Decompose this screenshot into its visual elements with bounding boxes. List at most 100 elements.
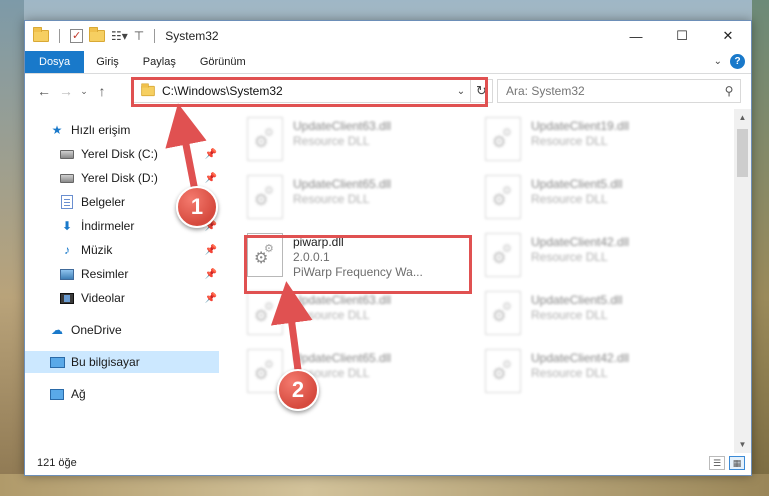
sidebar-item-videos[interactable]: Videolar 📌 <box>25 287 219 309</box>
file-description: Resource DLL <box>293 192 370 206</box>
file-item[interactable]: UpdateClient42.dllResource DLL <box>485 231 715 281</box>
scroll-thumb[interactable] <box>737 129 748 177</box>
sidebar-item-music[interactable]: ♪ Müzik 📌 <box>25 239 219 261</box>
search-icon[interactable]: ⚲ <box>718 84 740 98</box>
file-item[interactable]: UpdateClient63.dllResource DLL <box>247 289 477 339</box>
file-name: UpdateClient42.dll <box>531 235 630 249</box>
details-view-icon[interactable]: ☰ <box>709 456 725 470</box>
pin-icon[interactable]: 📌 <box>205 293 217 304</box>
drive-icon <box>59 171 75 185</box>
sidebar-item-label: Belgeler <box>81 195 126 209</box>
new-folder-icon[interactable] <box>89 27 105 42</box>
file-description: Resource DLL <box>293 308 370 322</box>
file-name: UpdateClient42.dll <box>531 351 630 365</box>
sidebar-item-local-disk-d[interactable]: Yerel Disk (D:) 📌 <box>25 167 219 189</box>
scroll-up-icon[interactable]: ▲ <box>734 109 751 126</box>
sidebar-item-label: Yerel Disk (C:) <box>81 147 158 161</box>
pin-icon[interactable]: 📌 <box>205 245 217 256</box>
ribbon-right: ⌄ ? <box>714 54 745 69</box>
desktop-background-right <box>752 0 769 496</box>
search-box[interactable]: ⚲ <box>497 79 741 103</box>
sidebar-item-label: Resimler <box>81 267 129 281</box>
sidebar-item-network[interactable]: Ağ <box>25 383 219 405</box>
pictures-icon <box>59 267 75 281</box>
file-name: UpdateClient63.dll <box>293 293 392 307</box>
help-icon[interactable]: ? <box>730 54 745 69</box>
network-icon <box>49 387 65 401</box>
music-icon: ♪ <box>64 243 70 257</box>
vertical-scrollbar[interactable]: ▲ ▼ <box>734 109 751 453</box>
file-description: Resource DLL <box>293 134 370 148</box>
file-description: Resource DLL <box>531 250 608 264</box>
address-bar-highlight <box>131 77 488 107</box>
status-bar: 121 öğe ☰ ▦ <box>25 451 751 475</box>
search-input[interactable] <box>506 84 718 98</box>
file-item[interactable]: UpdateClient63.dllResource DLL <box>247 115 477 165</box>
downloads-icon: ⬇ <box>61 219 73 233</box>
large-icons-view-icon[interactable]: ▦ <box>729 456 745 470</box>
file-item[interactable]: UpdateClient5.dllResource DLL <box>485 289 715 339</box>
toolbar-dropdown-icon[interactable]: ⊤ <box>134 29 144 43</box>
close-button[interactable]: ✕ <box>705 21 751 51</box>
dll-file-icon <box>485 291 521 335</box>
tab-view[interactable]: Görünüm <box>188 51 258 73</box>
dll-file-icon <box>247 175 283 219</box>
sidebar-item-label: Ağ <box>71 387 86 401</box>
sidebar-item-quick-access[interactable]: ★ Hızlı erişim <box>25 119 219 141</box>
sidebar-item-label: OneDrive <box>71 323 122 337</box>
dll-file-icon <box>247 291 283 335</box>
file-item[interactable]: UpdateClient65.dllResource DLL <box>247 173 477 223</box>
quick-access-toolbar: ☷▾ ⊤ System32 <box>25 27 219 43</box>
window-controls: — ☐ ✕ <box>613 21 751 51</box>
window-title: System32 <box>165 29 219 43</box>
sidebar-item-label: Müzik <box>81 243 113 257</box>
pin-icon[interactable]: 📌 <box>205 149 217 160</box>
desktop-background-bottom <box>0 474 769 496</box>
file-item[interactable]: UpdateClient19.dllResource DLL <box>485 115 715 165</box>
folder-icon <box>33 27 49 42</box>
up-arrow-icon[interactable]: ↑ <box>91 83 113 99</box>
file-description: Resource DLL <box>531 308 608 322</box>
file-name: UpdateClient65.dll <box>293 177 392 191</box>
back-arrow-icon[interactable]: ← <box>33 83 55 99</box>
ribbon-tabs: Dosya Giriş Paylaş Görünüm ⌄ ? <box>25 51 751 74</box>
pin-icon[interactable]: 📌 <box>205 173 217 184</box>
file-description: Resource DLL <box>531 192 608 206</box>
customize-toolbar-icon[interactable]: ☷▾ <box>111 29 128 43</box>
file-name: UpdateClient5.dll <box>531 177 623 191</box>
file-description: Resource DLL <box>531 134 608 148</box>
properties-icon[interactable] <box>70 29 83 43</box>
desktop-background-left <box>0 0 24 496</box>
cloud-icon: ☁ <box>51 323 63 337</box>
forward-arrow-icon[interactable]: → <box>55 83 77 99</box>
sidebar-item-pictures[interactable]: Resimler 📌 <box>25 263 219 285</box>
expand-ribbon-icon[interactable]: ⌄ <box>714 56 722 67</box>
file-item[interactable]: UpdateClient42.dllResource DLL <box>485 347 715 397</box>
item-count: 121 öğe <box>37 457 77 469</box>
file-name: UpdateClient5.dll <box>531 293 623 307</box>
pin-icon[interactable]: 📌 <box>205 269 217 280</box>
tab-home[interactable]: Giriş <box>84 51 131 73</box>
file-item[interactable]: UpdateClient5.dllResource DLL <box>485 173 715 223</box>
title-bar: ☷▾ ⊤ System32 — ☐ ✕ <box>25 21 751 51</box>
sidebar-item-this-pc[interactable]: Bu bilgisayar <box>25 351 219 373</box>
sidebar-item-label: İndirmeler <box>81 219 135 233</box>
tab-file[interactable]: Dosya <box>25 51 85 73</box>
recent-locations-chevron-icon[interactable]: ⌄ <box>77 86 91 97</box>
file-description: Resource DLL <box>531 366 608 380</box>
sidebar-item-local-disk-c[interactable]: Yerel Disk (C:) 📌 <box>25 143 219 165</box>
dll-file-icon <box>485 117 521 161</box>
dll-file-icon <box>485 349 521 393</box>
view-toggles: ☰ ▦ <box>709 456 745 470</box>
videos-icon <box>59 291 75 305</box>
dll-file-icon <box>485 175 521 219</box>
file-name: UpdateClient19.dll <box>531 119 630 133</box>
minimize-button[interactable]: — <box>613 21 659 51</box>
dll-file-icon <box>485 233 521 277</box>
tab-share[interactable]: Paylaş <box>131 51 188 73</box>
maximize-button[interactable]: ☐ <box>659 21 705 51</box>
star-icon: ★ <box>51 123 63 137</box>
sidebar-item-label: Videolar <box>81 291 125 305</box>
sidebar-item-onedrive[interactable]: ☁ OneDrive <box>25 319 219 341</box>
sidebar-item-label: Yerel Disk (D:) <box>81 171 158 185</box>
